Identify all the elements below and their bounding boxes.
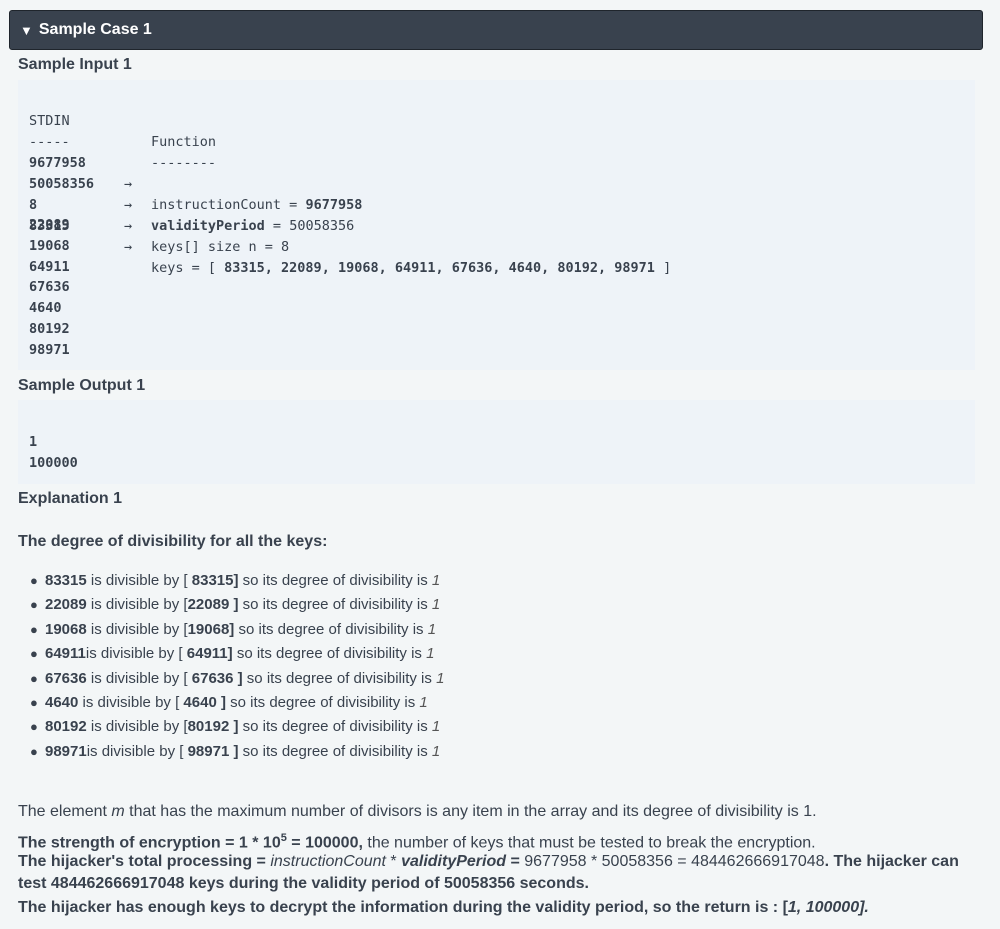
output-line: 1 <box>29 434 38 450</box>
triangle-down-icon: ▼ <box>20 22 33 38</box>
sample-input-title: Sample Input 1 <box>18 56 132 73</box>
list-item: ● 4640 is divisible by [ 4640 ] so its de… <box>30 692 444 716</box>
bullet-icon: ● <box>30 694 38 710</box>
input-row: 50058356 → validityPeriod = 50058356 <box>29 176 355 234</box>
input-row: 22089 <box>29 217 70 233</box>
bullet-icon: ● <box>30 670 38 686</box>
list-item: ● 67636 is divisible by [ 67636 ] so its … <box>30 668 444 692</box>
list-item: ● 64911is divisible by [ 64911] so its de… <box>30 643 444 667</box>
input-row: 19068 <box>29 238 70 254</box>
bullet-icon: ● <box>30 621 38 637</box>
input-row: 83315 → keys = [ 83315, 22089, 19068, 64… <box>29 218 672 276</box>
input-row: 4640 <box>29 300 62 316</box>
input-header-row: STDIN Function <box>29 113 217 150</box>
input-row: 80192 <box>29 321 70 337</box>
bullet-icon: ● <box>30 573 38 588</box>
divisibility-list: ● 83315 is divisible by [ 83315] so its d… <box>30 570 444 765</box>
sample-input-box: STDIN Function ----- -------- 9677958 → … <box>18 80 975 370</box>
input-row: 9677958 → instructionCount = 9677958 <box>29 155 363 213</box>
bullet-icon: ● <box>30 719 38 735</box>
degree-title: The degree of divisibility for all the k… <box>18 533 328 550</box>
result-paragraph: The hijacker has enough keys to decrypt … <box>18 899 869 916</box>
input-row: 8 → keys[] size n = 8 <box>29 197 290 255</box>
list-item: ● 19068 is divisible by [19068] so its de… <box>30 619 444 643</box>
processing-paragraph: The hijacker's total processing = instru… <box>18 853 959 892</box>
input-row: 67636 <box>29 279 70 295</box>
explanation-title: Explanation 1 <box>18 490 123 507</box>
bullet-icon: ● <box>30 597 38 613</box>
sample-output-box: 1 100000 <box>18 400 975 484</box>
bullet-icon: ● <box>30 743 38 759</box>
input-row: 98971 <box>29 342 70 358</box>
list-item: ● 80192 is divisible by [80192 ] so its d… <box>30 716 444 740</box>
list-item: ● 98971is divisible by [ 98971 ] so its d… <box>30 741 444 765</box>
input-dash-row: ----- -------- <box>29 134 217 171</box>
list-item: ● 22089 is divisible by [22089 ] so its d… <box>30 594 444 618</box>
input-row: 64911 <box>29 259 70 275</box>
list-item: ● 83315 is divisible by [ 83315] so its d… <box>30 570 444 594</box>
sample-case-title: Sample Case 1 <box>38 21 152 38</box>
bullet-icon: ● <box>30 646 38 662</box>
output-line: 100000 <box>29 455 78 471</box>
sample-output-title: Sample Output 1 <box>18 377 146 394</box>
max-divisors-paragraph: The element m that has the maximum numbe… <box>18 803 817 820</box>
sample-case-header[interactable]: ▼ Sample Case 1 <box>9 10 983 50</box>
